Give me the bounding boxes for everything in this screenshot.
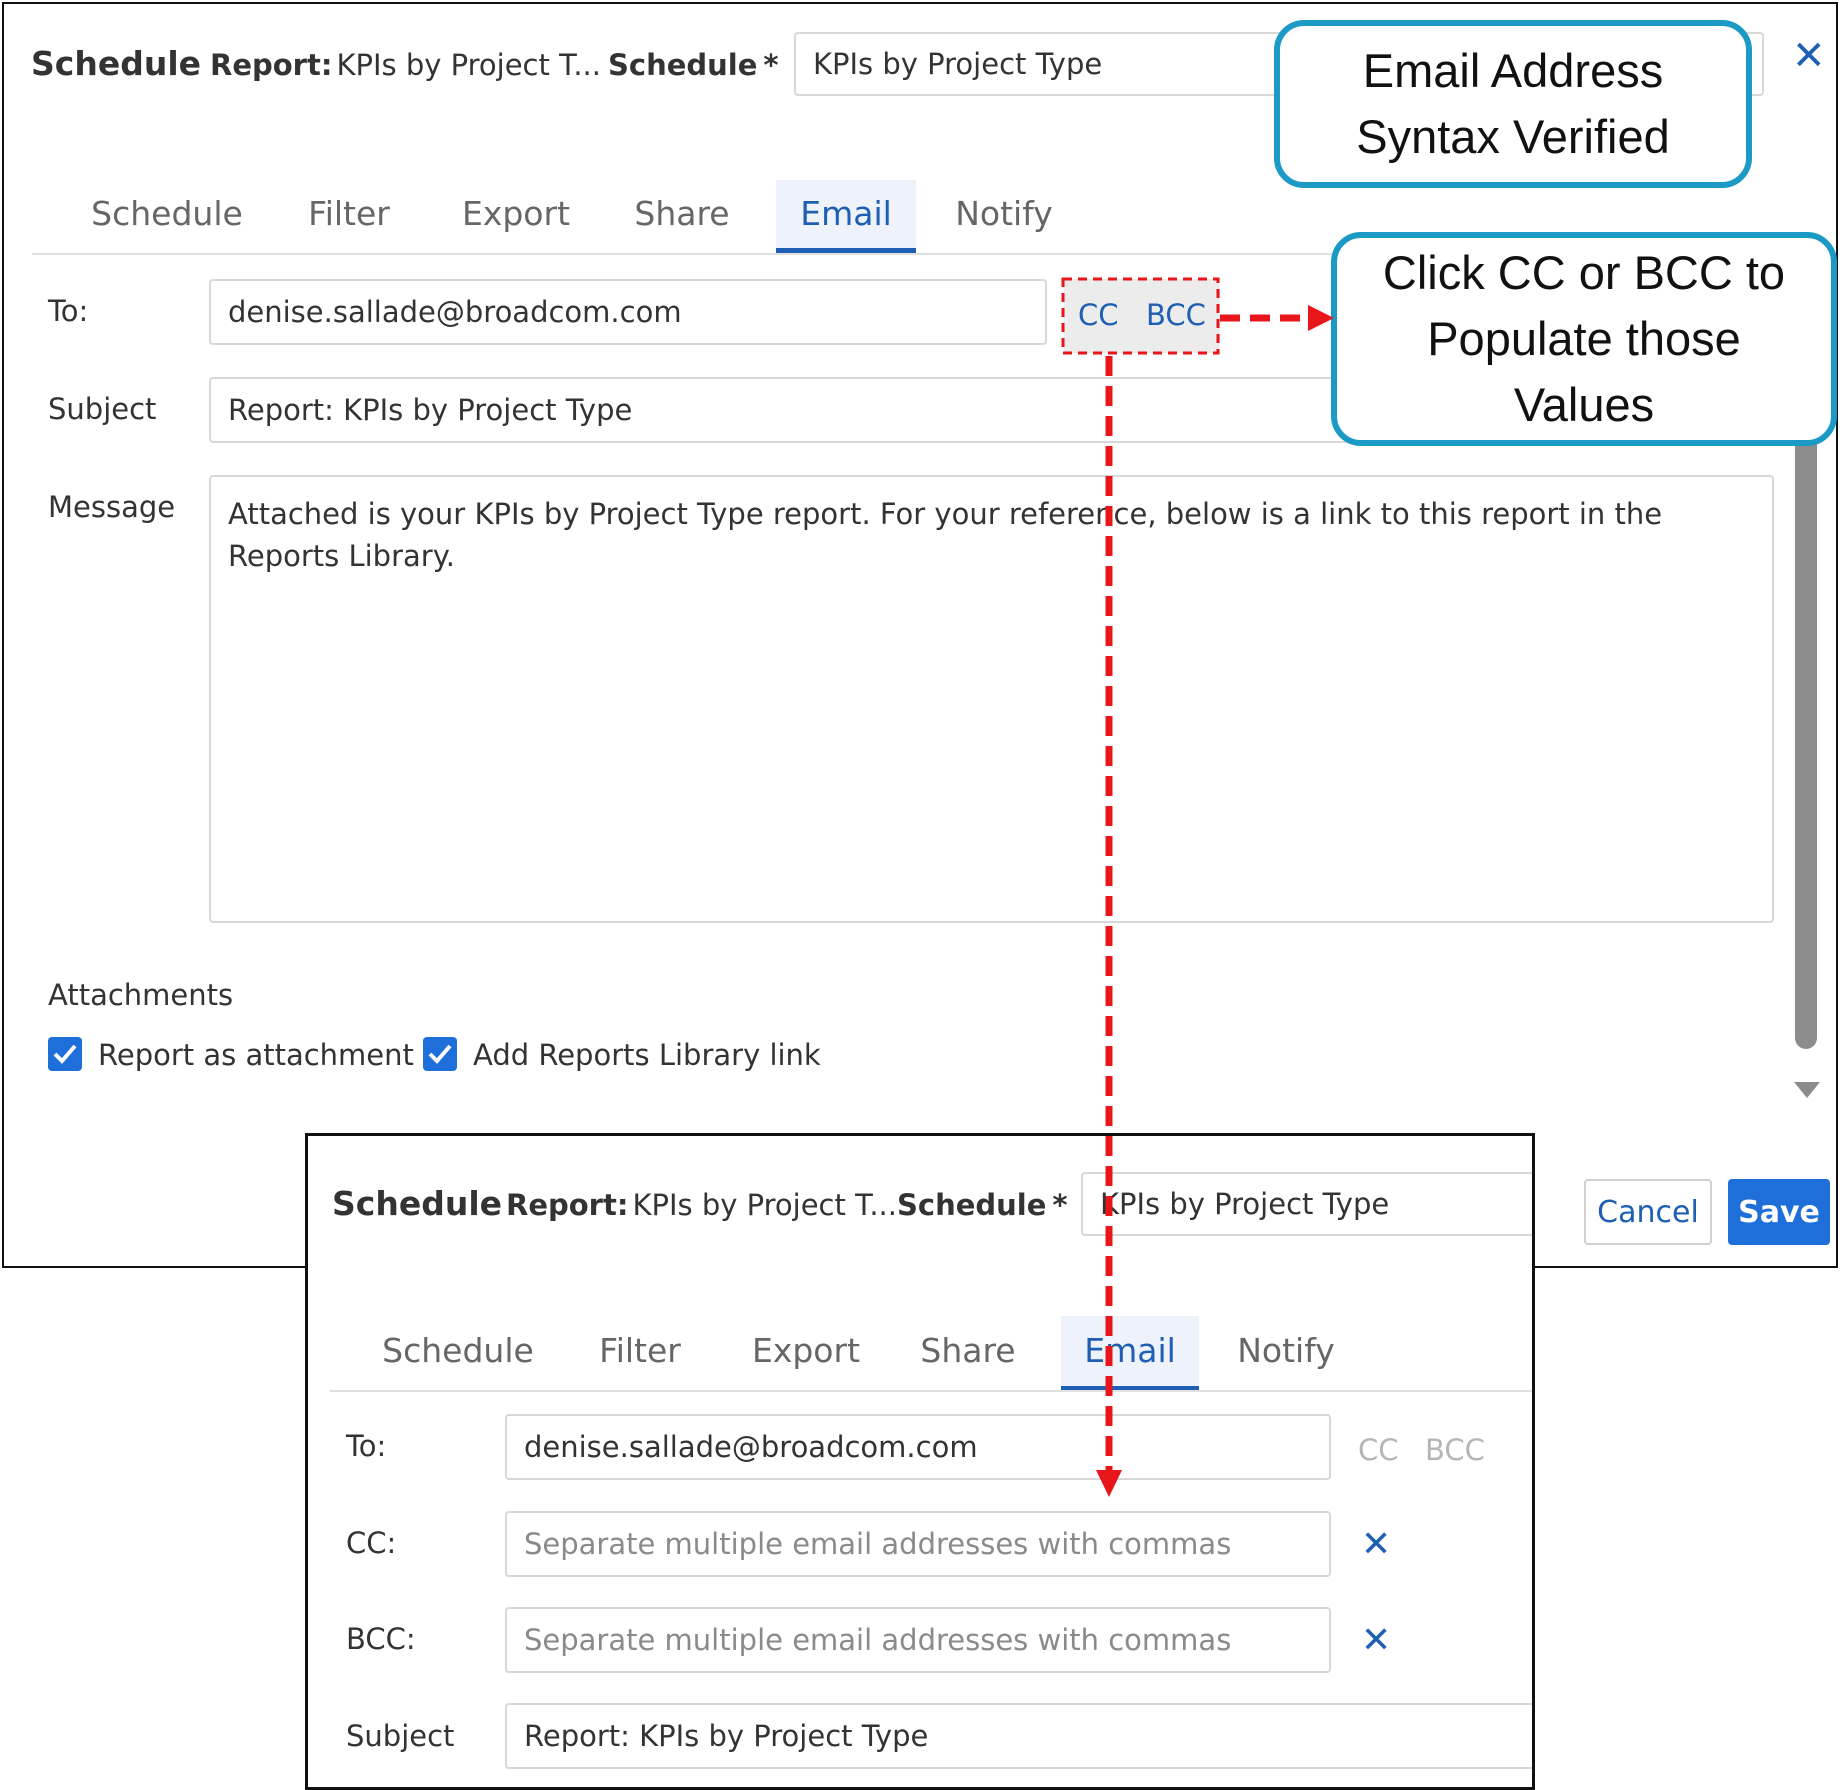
- cc-bcc-highlight-box: [1061, 277, 1220, 355]
- arrow-right-icon: [1308, 305, 1334, 331]
- annotation-overlay: [1061, 277, 1334, 1497]
- arrow-down-icon: [1096, 1470, 1122, 1497]
